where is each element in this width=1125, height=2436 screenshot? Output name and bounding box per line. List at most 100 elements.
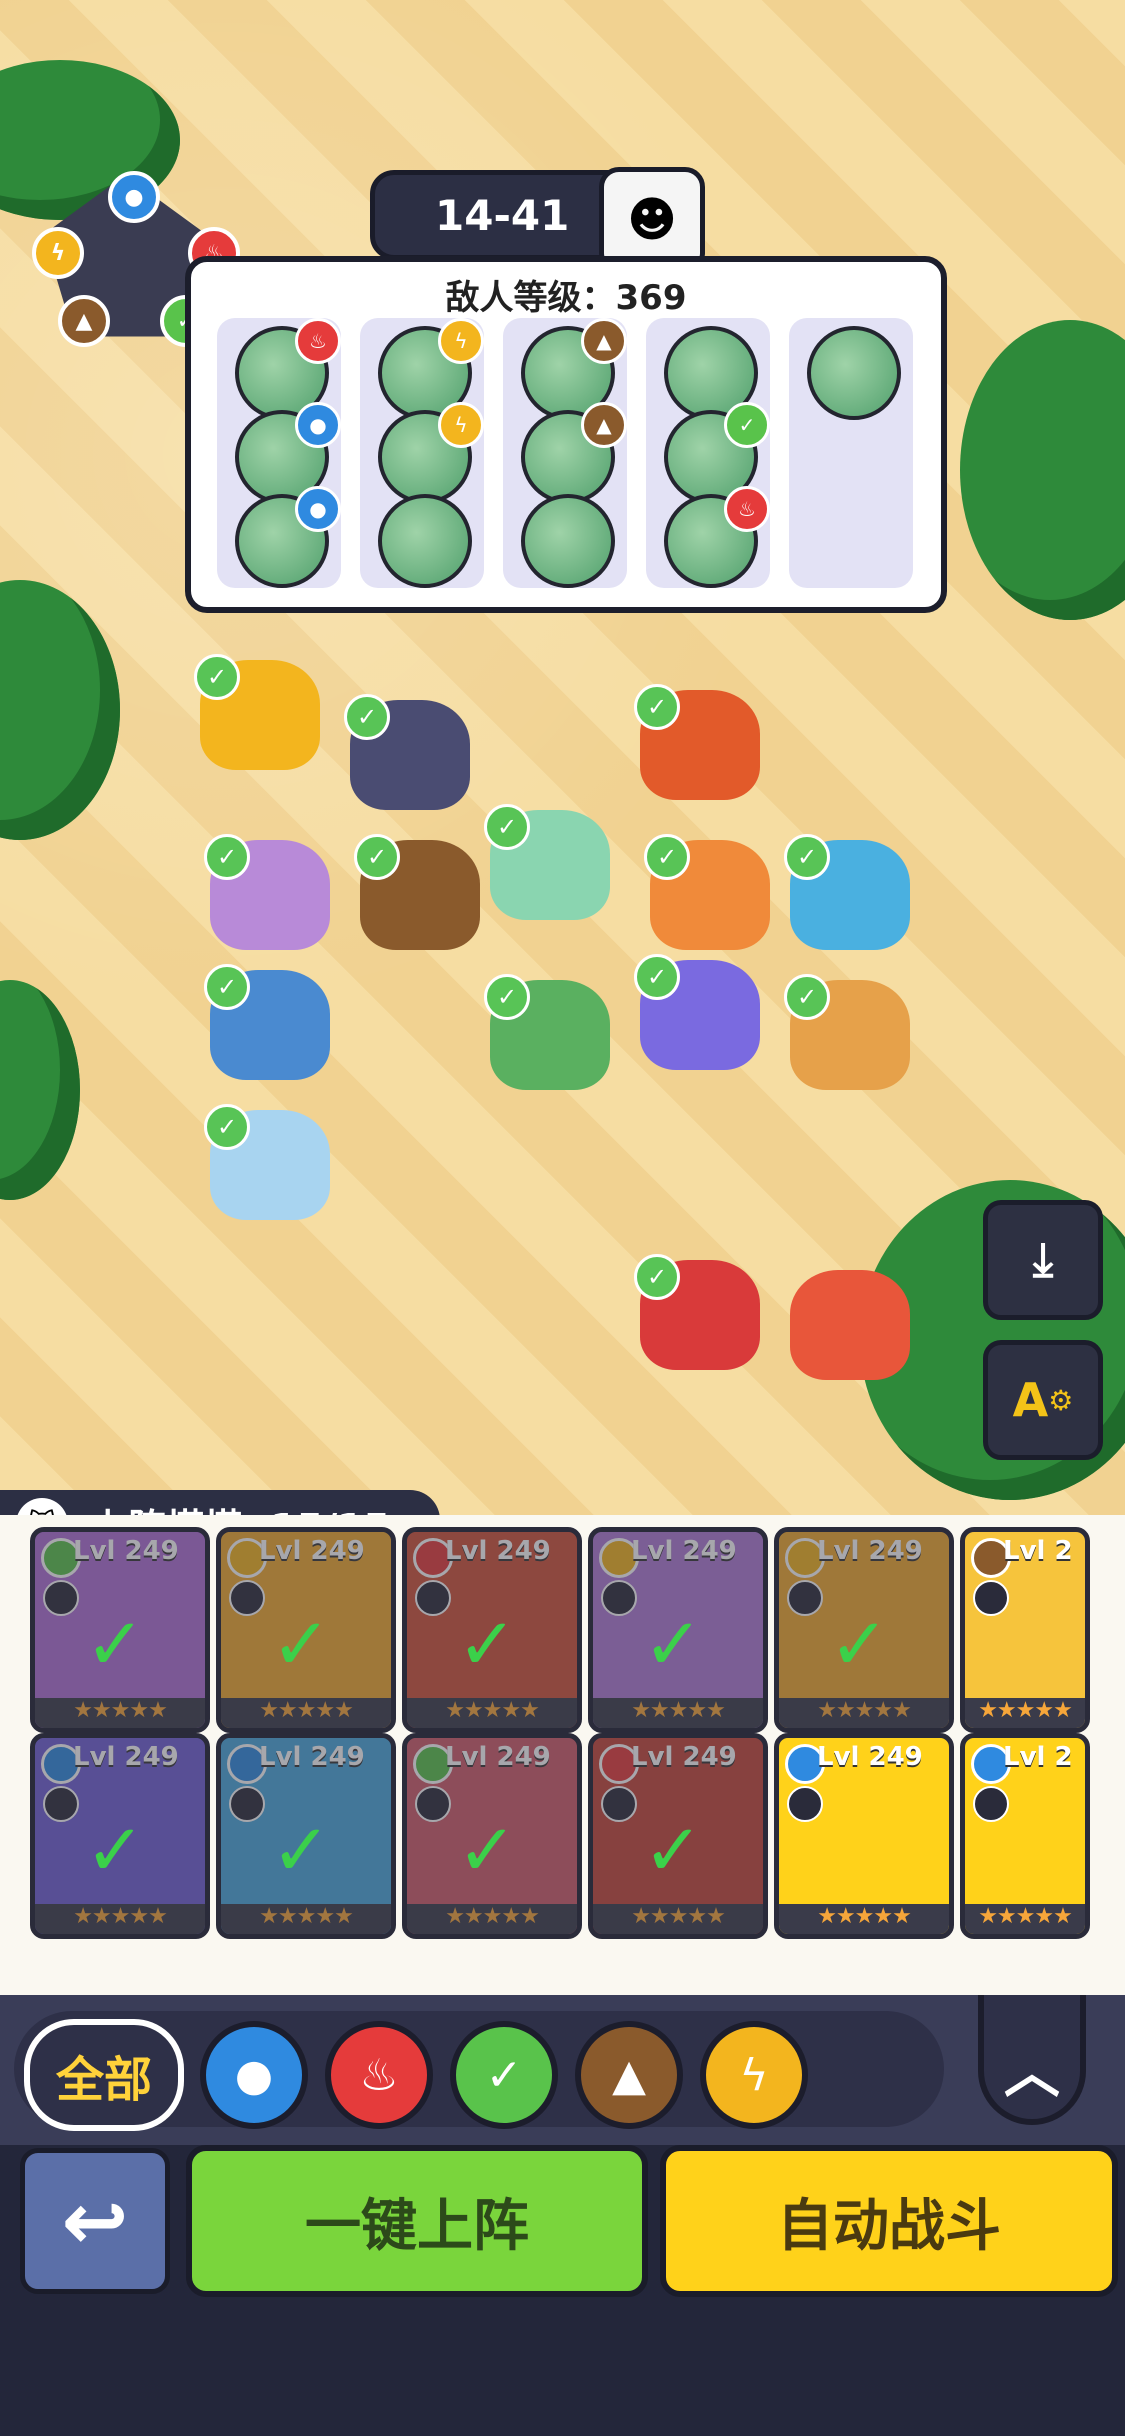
placed-tower-unit[interactable]: ✓	[354, 834, 480, 950]
deployed-check-icon: ✓	[643, 1808, 704, 1892]
tower-card[interactable]: Lvl 2 ★★★★★	[960, 1733, 1090, 1939]
deployed-check-icon: ✓	[643, 1602, 704, 1686]
card-level: Lvl 249	[259, 1536, 365, 1566]
placed-tower-unit[interactable]: ✓	[194, 654, 320, 770]
star-rating: ★★★★★	[593, 1904, 763, 1934]
check-badge-icon: ✓	[484, 974, 530, 1020]
leaf-icon: ✓	[724, 402, 770, 448]
placed-tower-unit[interactable]: ✓	[784, 834, 910, 950]
class-icon	[229, 1786, 265, 1822]
lightning-filter-icon[interactable]: ϟ	[700, 2021, 808, 2129]
tower-card[interactable]: Lvl 249 ★★★★★ ✓	[30, 1527, 210, 1733]
leaf-icon	[41, 1538, 81, 1578]
card-level: Lvl 249	[631, 1536, 737, 1566]
placed-tower-unit[interactable]: ✓	[204, 1104, 330, 1220]
enemy-zombie-icon	[521, 494, 615, 588]
placed-tower-unit[interactable]: ✓	[204, 964, 330, 1080]
auto-settings-icon: A	[1012, 1373, 1049, 1427]
placed-tower-unit[interactable]: ✓	[634, 954, 760, 1070]
placed-tower-unit[interactable]: ✓	[644, 834, 770, 950]
back-arrow-icon: ↩	[61, 2174, 129, 2268]
placed-tower-unit[interactable]	[790, 1270, 910, 1380]
class-icon	[415, 1580, 451, 1616]
class-icon	[601, 1580, 637, 1616]
check-badge-icon: ✓	[204, 1104, 250, 1150]
class-icon	[973, 1786, 1009, 1822]
star-rating: ★★★★★	[407, 1904, 577, 1934]
tower-card[interactable]: Lvl 2 ★★★★★	[960, 1527, 1090, 1733]
star-rating: ★★★★★	[221, 1698, 391, 1728]
lightning-icon	[599, 1538, 639, 1578]
enemy-column: ♨ ● ●	[217, 318, 341, 588]
fire-filter-icon[interactable]: ♨	[325, 2021, 433, 2129]
class-icon	[787, 1786, 823, 1822]
water-icon: ●	[108, 171, 160, 223]
water-filter-icon[interactable]: ●	[200, 2021, 308, 2129]
tower-card[interactable]: Lvl 249 ★★★★★ ✓	[216, 1527, 396, 1733]
star-rating: ★★★★★	[407, 1698, 577, 1728]
enemy-column	[789, 318, 913, 588]
check-badge-icon: ✓	[784, 834, 830, 880]
auto-settings-button[interactable]: A ⚙	[983, 1340, 1103, 1460]
tower-card[interactable]: Lvl 249 ★★★★★ ✓	[588, 1527, 768, 1733]
fire-icon: ♨	[724, 486, 770, 532]
card-level: Lvl 249	[445, 1742, 551, 1772]
filter-all-button[interactable]: 全部	[24, 2019, 184, 2131]
placed-tower-unit[interactable]: ✓	[484, 804, 610, 920]
lightning-icon: ϟ	[32, 227, 84, 279]
deployed-check-icon: ✓	[829, 1602, 890, 1686]
placed-tower-unit[interactable]: ✓	[204, 834, 330, 950]
water-icon	[41, 1744, 81, 1784]
placed-tower-unit[interactable]: ✓	[634, 1254, 760, 1370]
placed-tower-unit[interactable]: ✓	[484, 974, 610, 1090]
deployed-check-icon: ✓	[457, 1808, 518, 1892]
water-icon: ●	[295, 402, 341, 448]
earth-icon: ▲	[581, 402, 627, 448]
water-icon: ●	[295, 486, 341, 532]
enemy-level-title: 敌人等级：369	[445, 278, 687, 318]
one-click-deploy-button[interactable]: 一键上阵	[186, 2145, 648, 2297]
star-rating: ★★★★★	[593, 1698, 763, 1728]
leaf-icon	[413, 1744, 453, 1784]
fire-icon: ♨	[295, 318, 341, 364]
enemy-zombie-icon	[807, 326, 901, 420]
class-icon	[787, 1580, 823, 1616]
tower-card[interactable]: Lvl 249 ★★★★★ ✓	[216, 1733, 396, 1939]
placed-tower-unit[interactable]: ✓	[634, 684, 760, 800]
tower-card[interactable]: Lvl 249 ★★★★★ ✓	[402, 1733, 582, 1939]
check-badge-icon: ✓	[204, 964, 250, 1010]
class-icon	[43, 1786, 79, 1822]
auto-battle-button[interactable]: 自动战斗	[660, 2145, 1118, 2297]
deployed-check-icon: ✓	[271, 1602, 332, 1686]
card-level: Lvl 249	[445, 1536, 551, 1566]
class-icon	[601, 1786, 637, 1822]
collapse-roster-button[interactable]: ︿	[978, 1995, 1086, 2125]
tower-roster: Lvl 249 ★★★★★ ✓ Lvl 249 ★★★★★ ✓ Lvl 249 ★★★★★ ✓ L…	[0, 1515, 1125, 1995]
placed-tower-unit[interactable]: ✓	[344, 694, 470, 810]
star-rating: ★★★★★	[35, 1904, 205, 1934]
tower-card[interactable]: Lvl 249 ★★★★★	[774, 1733, 954, 1939]
deployed-check-icon: ✓	[271, 1808, 332, 1892]
deployed-check-icon: ✓	[457, 1602, 518, 1686]
tower-card[interactable]: Lvl 249 ★★★★★ ✓	[588, 1733, 768, 1939]
tower-card[interactable]: Lvl 249 ★★★★★ ✓	[402, 1527, 582, 1733]
star-rating: ★★★★★	[965, 1904, 1085, 1934]
check-badge-icon: ✓	[634, 954, 680, 1000]
lightning-icon: ϟ	[438, 402, 484, 448]
back-button[interactable]: ↩	[20, 2148, 170, 2294]
check-badge-icon: ✓	[634, 1254, 680, 1300]
enemy-zombie-icon: ●	[235, 486, 341, 588]
leaf-filter-icon[interactable]: ✓	[450, 2021, 558, 2129]
earth-filter-icon[interactable]: ▲	[575, 2021, 683, 2129]
download-button[interactable]: ⤓	[983, 1200, 1103, 1320]
tower-card[interactable]: Lvl 249 ★★★★★ ✓	[774, 1527, 954, 1733]
check-badge-icon: ✓	[344, 694, 390, 740]
earth-icon: ▲	[58, 295, 110, 347]
star-rating: ★★★★★	[779, 1698, 949, 1728]
tower-card[interactable]: Lvl 249 ★★★★★ ✓	[30, 1733, 210, 1939]
check-badge-icon: ✓	[484, 804, 530, 850]
class-icon	[415, 1786, 451, 1822]
stage-label: 14-41	[435, 190, 570, 240]
placed-tower-unit[interactable]: ✓	[784, 974, 910, 1090]
download-icon: ⤓	[1032, 1232, 1054, 1286]
